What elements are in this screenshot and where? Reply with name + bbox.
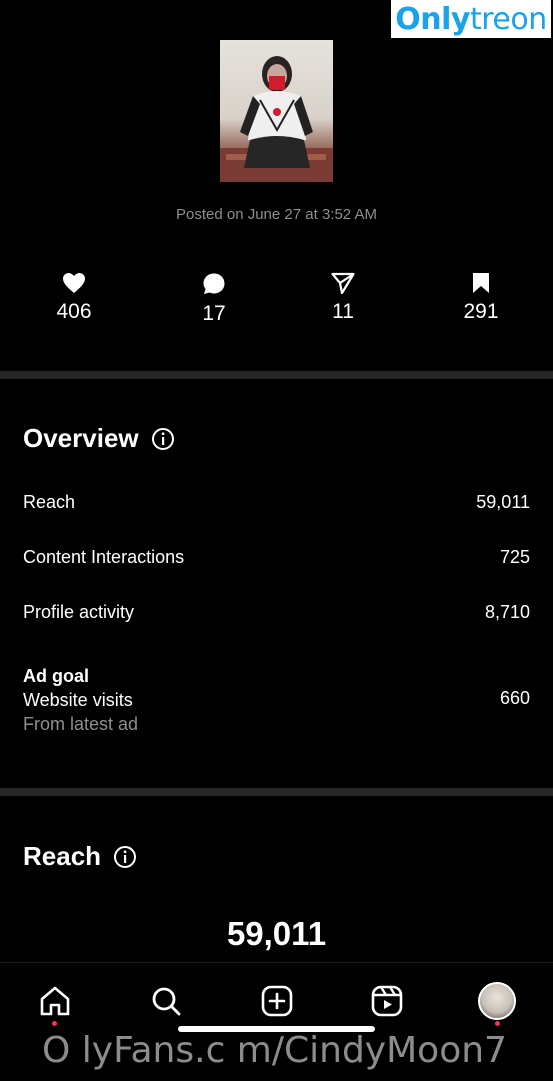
heart-icon [63, 273, 85, 293]
ad-goal-block[interactable]: Ad goal Website visits From latest ad [23, 664, 138, 736]
watermark-url: O lyFans.c m/CindyMoon7 [42, 1030, 507, 1071]
shares-count: 11 [332, 300, 354, 323]
info-icon[interactable] [113, 845, 137, 869]
ad-goal-title: Ad goal [23, 666, 89, 686]
create-icon [261, 985, 293, 1017]
search-icon [152, 987, 181, 1016]
watermark-logo-part2: treon [469, 1, 547, 37]
overview-row-content-interactions[interactable]: Content Interactions 725 [23, 547, 530, 568]
overview-row-value: 725 [499, 547, 530, 567]
watermark-logo: Only treon [391, 0, 551, 38]
saves-count: 291 [463, 300, 499, 323]
watermark-logo-part1: Only [395, 1, 470, 37]
likes-count: 406 [56, 300, 92, 323]
shares-stat: 11 [303, 272, 383, 324]
nav-create[interactable] [257, 981, 297, 1021]
posted-timestamp: Posted on June 27 at 3:52 AM [176, 206, 377, 223]
post-thumbnail-art [220, 56, 333, 182]
comment-icon [203, 273, 225, 294]
ad-goal-subtext: From latest ad [23, 714, 139, 734]
overview-row-profile-activity[interactable]: Profile activity 8,710 [23, 602, 530, 623]
profile-notification-dot [495, 1021, 500, 1026]
reels-icon [371, 985, 403, 1017]
info-icon[interactable] [151, 427, 175, 451]
reach-total: 59,011 [226, 915, 327, 952]
home-notification-dot [52, 1021, 57, 1026]
ad-goal-label: Website visits [23, 690, 133, 710]
reach-heading: Reach [23, 841, 137, 872]
overview-heading: Overview [23, 423, 175, 454]
share-icon [331, 272, 355, 294]
home-icon [40, 986, 70, 1016]
overview-title: Overview [23, 423, 139, 453]
nav-home[interactable] [35, 981, 75, 1021]
overview-row-value: 8,710 [484, 602, 530, 622]
profile-avatar [478, 982, 516, 1020]
overview-row-label: Profile activity [23, 602, 135, 622]
saves-stat: 291 [441, 272, 521, 324]
comments-stat: 17 [174, 272, 254, 326]
post-thumbnail[interactable] [220, 40, 333, 182]
nav-profile[interactable] [477, 981, 517, 1021]
overview-row-reach[interactable]: Reach 59,011 [23, 492, 530, 513]
ad-goal-value: 660 [499, 688, 530, 708]
section-divider [0, 788, 553, 796]
section-divider [0, 371, 553, 379]
bookmark-icon [473, 273, 489, 293]
likes-stat: 406 [34, 272, 114, 324]
overview-row-label: Reach [23, 492, 76, 512]
reach-title: Reach [23, 841, 102, 871]
overview-row-label: Content Interactions [23, 547, 185, 567]
nav-search[interactable] [146, 981, 186, 1021]
nav-reels[interactable] [367, 981, 407, 1021]
comments-count: 17 [202, 302, 226, 325]
overview-row-value: 59,011 [476, 492, 530, 512]
